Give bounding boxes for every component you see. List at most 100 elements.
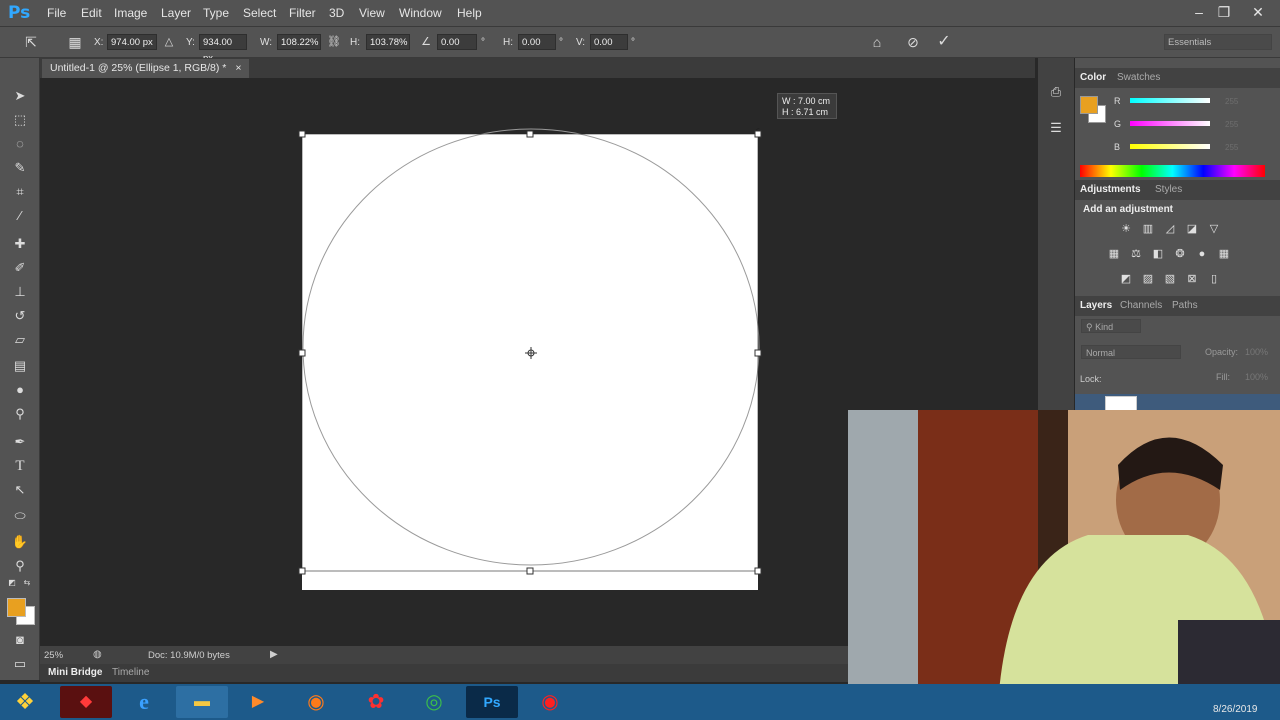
curves-icon[interactable]: ◿ xyxy=(1163,222,1177,236)
handle-bottom-center[interactable] xyxy=(526,567,534,575)
link-icon[interactable]: ⛓ xyxy=(325,33,343,51)
eyedropper-tool-icon[interactable]: ⁄ xyxy=(10,206,30,226)
menu-edit[interactable]: Edit xyxy=(81,6,102,20)
angle-field[interactable]: 0.00 xyxy=(437,34,477,50)
photoshop-taskbar-icon[interactable]: Ps xyxy=(466,686,518,718)
channel-g-value[interactable]: 255 xyxy=(1225,120,1238,129)
minimize-icon[interactable]: – xyxy=(1188,2,1210,22)
invert-icon[interactable]: ◩ xyxy=(1119,272,1133,286)
garena-app-icon[interactable]: ◆ xyxy=(60,686,112,718)
tab-swatches[interactable]: Swatches xyxy=(1117,72,1160,83)
close-icon[interactable]: ✕ xyxy=(1247,2,1269,22)
start-button-icon[interactable]: ❖ xyxy=(2,686,48,718)
blur-tool-icon[interactable]: ● xyxy=(10,380,30,400)
fill-field[interactable]: 100% xyxy=(1245,372,1268,382)
channel-r-value[interactable]: 255 xyxy=(1225,97,1238,106)
firefox-icon[interactable]: ◉ xyxy=(290,686,342,718)
marquee-tool-icon[interactable]: ⬚ xyxy=(10,110,30,130)
handle-top-right[interactable] xyxy=(754,130,762,138)
path-selection-tool-icon[interactable]: ↖ xyxy=(10,480,30,500)
hand-tool-icon[interactable]: ✋ xyxy=(10,532,30,552)
color-balance-icon[interactable]: ⚖ xyxy=(1129,247,1143,261)
handle-middle-left[interactable] xyxy=(298,349,306,357)
default-colors-icon[interactable]: ◩ xyxy=(7,578,17,588)
menu-select[interactable]: Select xyxy=(243,6,276,20)
channel-b-value[interactable]: 255 xyxy=(1225,143,1238,152)
file-explorer-icon[interactable]: ▬ xyxy=(176,686,228,718)
properties-panel-icon[interactable]: ☰ xyxy=(1046,118,1066,138)
width-field[interactable]: 108.22% xyxy=(277,34,321,50)
threshold-icon[interactable]: ▧ xyxy=(1163,272,1177,286)
tab-channels[interactable]: Channels xyxy=(1120,300,1162,311)
tab-mini-bridge[interactable]: Mini Bridge xyxy=(48,667,102,678)
center-point-icon[interactable] xyxy=(525,347,537,359)
app-red-icon[interactable]: ✿ xyxy=(350,686,402,718)
menu-help[interactable]: Help xyxy=(457,6,482,20)
healing-brush-tool-icon[interactable]: ✚ xyxy=(10,234,30,254)
black-white-icon[interactable]: ◧ xyxy=(1151,247,1165,261)
handle-middle-right[interactable] xyxy=(754,349,762,357)
menu-file[interactable]: File xyxy=(47,6,66,20)
handle-bottom-right[interactable] xyxy=(754,567,762,575)
menu-filter[interactable]: Filter xyxy=(289,6,316,20)
gradient-map-icon[interactable]: ⊠ xyxy=(1185,272,1199,286)
cancel-transform-icon[interactable]: ⊘ xyxy=(904,33,922,51)
slider-r[interactable] xyxy=(1130,98,1210,103)
dodge-tool-icon[interactable]: ⚲ xyxy=(10,404,30,424)
tab-adjustments[interactable]: Adjustments xyxy=(1080,184,1141,195)
x-field[interactable]: 974.00 px xyxy=(107,34,157,50)
media-player-icon[interactable]: ▶ xyxy=(232,686,284,718)
swap-colors-icon[interactable]: ⇆ xyxy=(22,578,32,588)
tab-timeline[interactable]: Timeline xyxy=(112,667,149,678)
close-tab-icon[interactable]: × xyxy=(235,62,241,74)
gradient-tool-icon[interactable]: ▤ xyxy=(10,356,30,376)
transform-overlay[interactable] xyxy=(296,128,768,578)
history-brush-tool-icon[interactable]: ↺ xyxy=(10,306,30,326)
handle-top-left[interactable] xyxy=(298,130,306,138)
kind-filter[interactable]: ⚲ Kind xyxy=(1081,319,1141,333)
tab-styles[interactable]: Styles xyxy=(1155,184,1182,195)
commit-transform-icon[interactable]: ✓ xyxy=(935,33,953,51)
warp-icon[interactable]: ⌂ xyxy=(868,33,886,51)
handle-bottom-left[interactable] xyxy=(298,567,306,575)
ellipse-tool-icon[interactable]: ⬭ xyxy=(10,506,30,526)
quick-select-tool-icon[interactable]: ✎ xyxy=(10,158,30,178)
selective-color-icon[interactable]: ▯ xyxy=(1207,272,1221,286)
exposure-icon[interactable]: ◪ xyxy=(1185,222,1199,236)
zoom-level[interactable]: 25% xyxy=(44,650,63,661)
photo-filter-icon[interactable]: ❂ xyxy=(1173,247,1187,261)
color-lookup-icon[interactable]: ▦ xyxy=(1217,247,1231,261)
menu-3d[interactable]: 3D xyxy=(329,6,344,20)
eraser-tool-icon[interactable]: ▱ xyxy=(10,330,30,350)
color-ramp[interactable] xyxy=(1080,165,1265,177)
crop-tool-icon[interactable]: ⌗ xyxy=(10,182,30,202)
document-tab[interactable]: Untitled-1 @ 25% (Ellipse 1, RGB/8) * × xyxy=(42,59,250,78)
clone-stamp-tool-icon[interactable]: ⊥ xyxy=(10,282,30,302)
vibrance-icon[interactable]: ▽ xyxy=(1207,222,1221,236)
menu-view[interactable]: View xyxy=(359,6,385,20)
channel-mixer-icon[interactable]: ● xyxy=(1195,247,1209,261)
zoom-tool-icon[interactable]: ⚲ xyxy=(10,556,30,576)
menu-layer[interactable]: Layer xyxy=(161,6,191,20)
brush-tool-icon[interactable]: ✐ xyxy=(10,258,30,278)
quick-mask-icon[interactable]: ◙ xyxy=(10,630,30,650)
type-tool-icon[interactable]: T xyxy=(10,456,30,476)
menu-image[interactable]: Image xyxy=(114,6,147,20)
workspace-switcher[interactable]: Essentials xyxy=(1164,34,1272,50)
tab-paths[interactable]: Paths xyxy=(1172,300,1198,311)
opacity-field[interactable]: 100% xyxy=(1245,347,1268,357)
move-tool-preset-icon[interactable]: ⇱ xyxy=(22,33,40,51)
color-fg-swatch[interactable] xyxy=(1080,96,1098,114)
internet-explorer-icon[interactable]: e xyxy=(118,686,170,718)
screen-mode-icon[interactable]: ▭ xyxy=(10,654,30,674)
delta-icon[interactable]: △ xyxy=(160,33,178,51)
tab-color[interactable]: Color xyxy=(1080,72,1106,83)
chrome-icon[interactable]: ◎ xyxy=(408,686,460,718)
reference-point-icon[interactable]: ▦ xyxy=(66,33,84,51)
menu-type[interactable]: Type xyxy=(203,6,229,20)
handle-top-center[interactable] xyxy=(526,130,534,138)
hue-saturation-icon[interactable]: ▦ xyxy=(1107,247,1121,261)
vskew-field[interactable]: 0.00 xyxy=(590,34,628,50)
status-arrow-icon[interactable]: ▶ xyxy=(270,649,278,660)
status-menu-icon[interactable]: ◍ xyxy=(93,649,102,660)
